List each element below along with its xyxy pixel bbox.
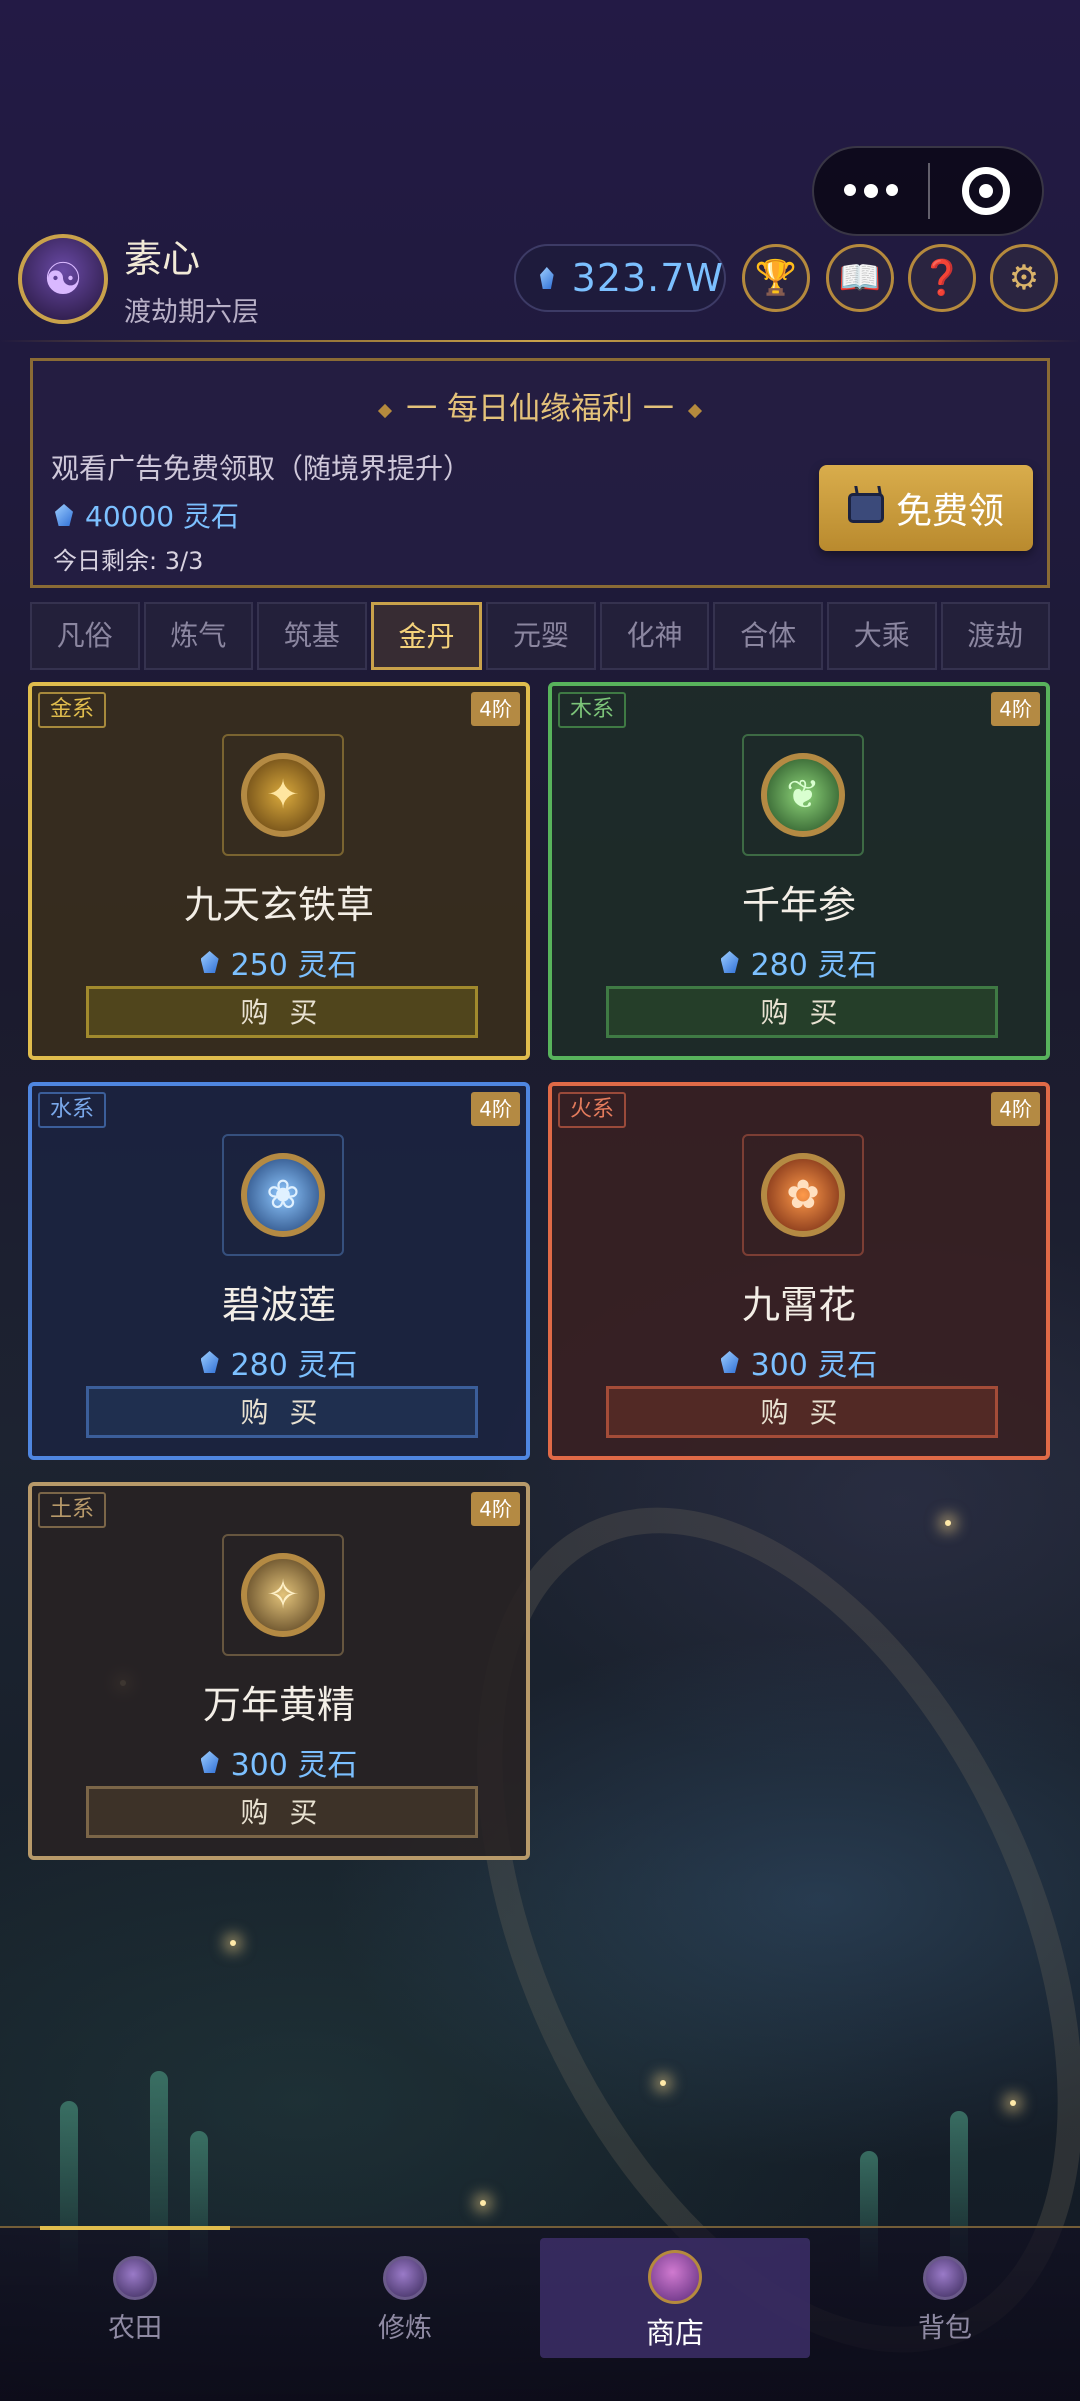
settings-button[interactable]: ⚙ bbox=[990, 244, 1058, 312]
tv-icon bbox=[847, 493, 884, 523]
buy-button[interactable]: 购 买 bbox=[606, 1386, 998, 1438]
herb-name: 九天玄铁草 bbox=[183, 883, 374, 927]
element-tag: 木系 bbox=[558, 692, 627, 728]
element-tag: 金系 bbox=[38, 692, 107, 728]
miniprogram-capsule bbox=[812, 146, 1044, 236]
element-tag: 火系 bbox=[558, 1092, 627, 1128]
player-rank: 渡劫期六层 bbox=[124, 297, 259, 328]
nav-label: 修炼 bbox=[378, 2313, 432, 2344]
herb-icon-frame: ✿ bbox=[742, 1134, 864, 1256]
herb-price: 280 灵石 bbox=[32, 1340, 526, 1384]
target-icon bbox=[962, 167, 1010, 215]
daily-description: 观看广告免费领取（随境界提升） bbox=[51, 452, 472, 485]
bag-icon bbox=[923, 2256, 967, 2300]
herb-price: 250 灵石 bbox=[32, 940, 526, 984]
herb-icon-frame: ❀ bbox=[222, 1134, 344, 1256]
spirit-stone-icon bbox=[200, 1351, 219, 1373]
nav-label: 商店 bbox=[645, 2316, 704, 2350]
tab-dacheng[interactable]: 大乘 bbox=[826, 602, 937, 670]
daily-title: 一 每日仙缘福利 一 bbox=[33, 383, 1047, 428]
realm-tabs: 凡俗 炼气 筑基 金丹 元婴 化神 合体 大乘 渡劫 bbox=[30, 602, 1051, 670]
nav-farm[interactable]: 农田 bbox=[0, 2238, 270, 2358]
herb-price: 280 灵石 bbox=[552, 940, 1046, 984]
lotus-icon: ❀ bbox=[241, 1153, 325, 1237]
tab-fansu[interactable]: 凡俗 bbox=[30, 602, 140, 670]
herb-price: 300 灵石 bbox=[32, 1740, 526, 1784]
ginseng-icon: ❦ bbox=[761, 753, 845, 837]
nav-cultivate[interactable]: 修炼 bbox=[270, 2238, 540, 2358]
nav-label: 农田 bbox=[108, 2313, 162, 2344]
element-tag: 水系 bbox=[38, 1092, 107, 1128]
herb-icon-frame: ❦ bbox=[742, 734, 864, 856]
herb-name: 千年参 bbox=[741, 883, 856, 927]
tier-badge: 4阶 bbox=[471, 1092, 520, 1126]
tab-lianqi[interactable]: 炼气 bbox=[143, 602, 254, 670]
nav-indicator bbox=[40, 2226, 230, 2230]
daily-remaining: 今日剩余: 3/3 bbox=[53, 547, 204, 575]
daily-reward-amount: 40000 灵石 bbox=[55, 495, 239, 535]
help-button[interactable]: ❓ bbox=[908, 244, 976, 312]
tier-badge: 4阶 bbox=[471, 692, 520, 726]
daily-reward-panel: 一 每日仙缘福利 一 观看广告免费领取（随境界提升） 40000 灵石 今日剩余… bbox=[30, 358, 1050, 588]
farm-icon bbox=[113, 2256, 157, 2300]
question-icon: ❓ bbox=[920, 258, 964, 298]
herb-card-wannianhuangjing: 土系 4阶 ✧ 万年黄精 300 灵石 购 买 bbox=[28, 1482, 530, 1860]
herb-icon-frame: ✧ bbox=[222, 1534, 344, 1656]
herb-price: 300 灵石 bbox=[552, 1340, 1046, 1384]
spirit-stone-icon bbox=[540, 267, 554, 289]
close-miniprogram-button[interactable] bbox=[930, 167, 1042, 215]
buy-button[interactable]: 购 买 bbox=[86, 1386, 478, 1438]
herb-card-jiuxiaohua: 火系 4阶 ✿ 九霄花 300 灵石 购 买 bbox=[548, 1082, 1050, 1460]
herb-name: 万年黄精 bbox=[202, 1683, 355, 1727]
tier-badge: 4阶 bbox=[991, 692, 1040, 726]
tab-jindan[interactable]: 金丹 bbox=[370, 602, 483, 670]
tab-heti[interactable]: 合体 bbox=[713, 602, 823, 670]
tab-zhuji[interactable]: 筑基 bbox=[257, 602, 367, 670]
tier-badge: 4阶 bbox=[991, 1092, 1040, 1126]
nav-label: 背包 bbox=[918, 2313, 972, 2344]
buy-button[interactable]: 购 买 bbox=[86, 1786, 478, 1838]
header-divider bbox=[0, 340, 1080, 342]
shop-icon bbox=[648, 2250, 702, 2304]
nav-bag[interactable]: 背包 bbox=[810, 2238, 1080, 2358]
tab-dujie[interactable]: 渡劫 bbox=[940, 602, 1051, 670]
tab-huashen[interactable]: 化神 bbox=[599, 602, 710, 670]
book-icon: 📖 bbox=[838, 258, 882, 298]
herb-name: 九霄花 bbox=[741, 1283, 856, 1327]
spirit-stone-icon bbox=[200, 1751, 219, 1773]
spirit-stone-balance: 323.7W bbox=[514, 244, 726, 312]
herb-card-jiutianxuantiecao: 金系 4阶 ✦ 九天玄铁草 250 灵石 购 买 bbox=[28, 682, 530, 1060]
trophy-icon: 🏆 bbox=[754, 258, 798, 298]
trophy-button[interactable]: 🏆 bbox=[742, 244, 810, 312]
spirit-stone-amount: 323.7W bbox=[571, 256, 724, 300]
golden-herb-icon: ✦ bbox=[241, 753, 325, 837]
spirit-stone-icon bbox=[200, 951, 219, 973]
player-name: 素心 bbox=[124, 237, 201, 281]
more-menu-button[interactable] bbox=[814, 184, 928, 198]
cultivate-icon bbox=[383, 2256, 427, 2300]
element-tag: 土系 bbox=[38, 1492, 107, 1528]
root-herb-icon: ✧ bbox=[241, 1553, 325, 1637]
spirit-stone-icon bbox=[55, 504, 73, 526]
flower-icon: ✿ bbox=[761, 1153, 845, 1237]
gear-icon: ⚙ bbox=[1008, 258, 1040, 298]
herb-name: 碧波莲 bbox=[221, 1283, 336, 1327]
player-avatar[interactable]: ☯ bbox=[18, 234, 108, 324]
buy-button[interactable]: 购 买 bbox=[86, 986, 478, 1038]
buy-button[interactable]: 购 买 bbox=[606, 986, 998, 1038]
bottom-navigation: 农田 修炼 商店 背包 bbox=[0, 2226, 1080, 2401]
tier-badge: 4阶 bbox=[471, 1492, 520, 1526]
nav-shop[interactable]: 商店 bbox=[540, 2238, 810, 2358]
tab-yuanying[interactable]: 元婴 bbox=[486, 602, 596, 670]
spirit-stone-icon bbox=[720, 951, 739, 973]
herb-card-qiannianshen: 木系 4阶 ❦ 千年参 280 灵石 购 买 bbox=[548, 682, 1050, 1060]
herb-card-bibolian: 水系 4阶 ❀ 碧波莲 280 灵石 购 买 bbox=[28, 1082, 530, 1460]
free-claim-button[interactable]: 免费领 bbox=[819, 465, 1033, 551]
spirit-stone-icon bbox=[720, 1351, 739, 1373]
herb-icon-frame: ✦ bbox=[222, 734, 344, 856]
book-button[interactable]: 📖 bbox=[826, 244, 894, 312]
